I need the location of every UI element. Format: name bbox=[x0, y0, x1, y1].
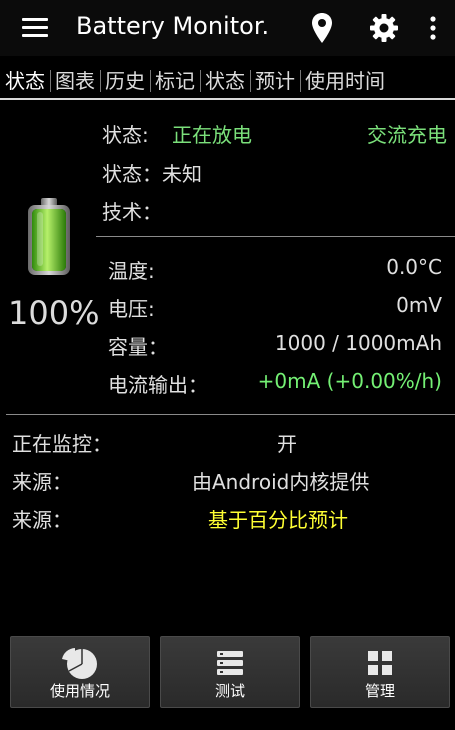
pie-chart-icon bbox=[11, 645, 149, 681]
status-label: 状态: bbox=[102, 123, 149, 147]
capacity-label: 容量： bbox=[108, 335, 168, 359]
source-value: 由Android内核提供 bbox=[192, 470, 370, 494]
list-icon bbox=[161, 645, 299, 681]
estimate-source-label: 来源： bbox=[12, 508, 72, 532]
vertical-dots-icon[interactable] bbox=[418, 8, 448, 48]
voltage-value: 0mV bbox=[396, 293, 442, 317]
battery-icon bbox=[24, 196, 74, 278]
estimate-source-value: 基于百分比预计 bbox=[208, 508, 348, 532]
temperature-value: 0.0°C bbox=[386, 255, 442, 279]
tab-status-2[interactable]: 状态 bbox=[200, 64, 250, 98]
technology: 技术： bbox=[102, 200, 162, 224]
source-label: 来源： bbox=[12, 470, 72, 494]
gear-icon[interactable] bbox=[364, 8, 404, 48]
app-title: Battery Monitor. bbox=[76, 12, 270, 40]
tab-markers[interactable]: 标记 bbox=[150, 64, 200, 98]
monitoring-value: 开 bbox=[277, 432, 297, 456]
usage-button[interactable]: 使用情况 bbox=[10, 636, 150, 708]
tab-history[interactable]: 历史 bbox=[100, 64, 150, 98]
tab-chart[interactable]: 图表 bbox=[50, 64, 100, 98]
tab-estimate[interactable]: 预计 bbox=[250, 64, 300, 98]
usage-button-label: 使用情况 bbox=[49, 682, 110, 700]
action-bar: Battery Monitor. bbox=[0, 0, 455, 56]
tab-status[interactable]: 状态 bbox=[0, 64, 50, 98]
tab-bar: 状态 图表 历史 标记 状态 预计 使用时间 bbox=[0, 64, 455, 100]
test-button-label: 测试 bbox=[214, 682, 245, 700]
manage-button-label: 管理 bbox=[364, 682, 395, 700]
map-pin-icon[interactable] bbox=[302, 8, 342, 48]
hamburger-icon[interactable] bbox=[12, 12, 52, 44]
current-label: 电流输出： bbox=[108, 373, 208, 397]
monitoring-label: 正在监控： bbox=[12, 432, 112, 456]
manage-button[interactable]: 管理 bbox=[310, 636, 450, 708]
health-status: 状态：未知 bbox=[102, 162, 202, 186]
temperature-label: 温度: bbox=[108, 259, 155, 283]
grid-icon bbox=[311, 645, 449, 681]
current-value: +0mA (+0.00%/h) bbox=[257, 369, 442, 393]
battery-percent: 100% bbox=[8, 294, 100, 332]
voltage-label: 电压: bbox=[108, 297, 155, 321]
divider bbox=[96, 236, 455, 237]
status-value: 正在放电 bbox=[172, 123, 252, 147]
capacity-value: 1000 / 1000mAh bbox=[274, 331, 442, 355]
tab-usage-time[interactable]: 使用时间 bbox=[300, 64, 390, 98]
test-button[interactable]: 测试 bbox=[160, 636, 300, 708]
divider bbox=[6, 414, 455, 415]
charge-type: 交流充电 bbox=[367, 123, 447, 147]
